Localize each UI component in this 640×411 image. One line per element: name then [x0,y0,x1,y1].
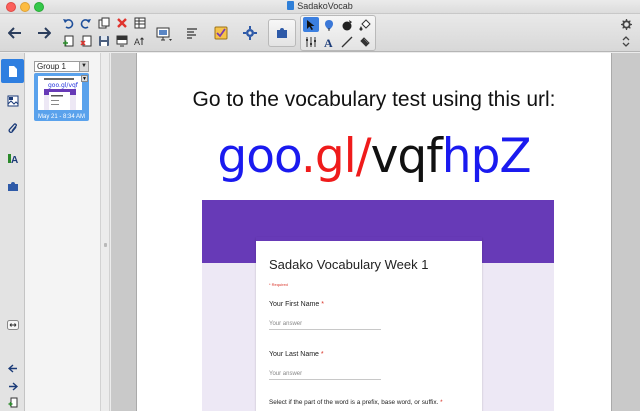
gallery-icon [7,95,18,107]
required-star: * [321,301,324,308]
addons-tab[interactable] [1,174,24,198]
url-segment: / [355,129,372,184]
next-page-button[interactable] [1,379,24,393]
url-segment: gl [314,129,357,184]
thumbnail-menu-button[interactable]: ▼ [81,75,88,82]
page-thumbnail-preview: goo.gl/vqf [38,76,82,110]
page-sorter-icon [8,65,17,77]
page-sorter-tab[interactable] [1,59,24,83]
puzzle-icon[interactable] [272,23,292,43]
gallery-tab[interactable] [1,89,24,113]
line-tool-icon[interactable] [339,34,355,49]
question-text: Your Last Name [269,351,319,358]
answer-placeholder: Your answer [269,371,381,380]
question-label: Your Last Name * [269,351,324,358]
document-icon [287,1,295,10]
whiteboard-page[interactable]: Go to the vocabulary test using this url… [136,53,612,411]
settings-gear-icon[interactable] [618,17,634,31]
expand-icon[interactable] [618,34,634,48]
question-label: Your First Name * [269,301,324,308]
forward-arrow-icon[interactable] [33,23,55,43]
redo-icon[interactable] [79,16,93,30]
back-arrow-icon[interactable] [4,23,26,43]
answer-placeholder: Your answer [269,321,381,330]
sidebar-tabs: A [0,53,25,411]
resize-arrows-icon [6,320,19,330]
duplicate-icon[interactable] [97,16,111,30]
question-text: Your First Name [269,301,320,308]
svg-text:A: A [134,37,140,47]
question-label: Select if the part of the word is a pref… [269,399,443,406]
question-text: Select if the part of the word is a pref… [269,399,439,406]
clipboard-check-icon[interactable] [211,23,231,43]
group-selector-label: Group 1 [37,62,66,71]
properties-icon[interactable] [182,23,202,43]
url-segment: vqf [370,129,443,184]
previous-page-button[interactable] [1,361,24,375]
title-bar: SadakoVocab [0,0,640,14]
addons-icon [7,182,18,191]
url-segment: . [300,129,316,184]
add-page-icon[interactable] [61,34,75,48]
svg-text:A: A [11,155,18,164]
url-text[interactable]: goo.gl/vqfhpZ [137,129,611,184]
document-camera-icon[interactable] [153,23,175,45]
instruction-text[interactable]: Go to the vocabulary test using this url… [137,88,611,112]
left-arrow-icon [7,363,17,373]
svg-text:A: A [324,36,333,48]
window-title-text: SadakoVocab [297,1,353,11]
adjust-sliders-icon[interactable] [303,34,319,49]
required-note: * Required [269,282,288,287]
add-page-icon [8,397,17,407]
fill-bucket-icon[interactable] [357,17,373,32]
right-arrow-icon [8,381,18,391]
page-sorter-panel: Group 1 ▼ goo.gl/vqf ▼ May 21 - 8:34 AM [25,53,100,411]
required-star: * [440,399,443,406]
form-screenshot-image[interactable]: Sadako Vocabulary Week 1 * Required Your… [202,200,554,411]
url-segment: hpZ [441,129,532,184]
svg-text:goo.gl/vqf: goo.gl/vqf [48,82,79,89]
pen-icon[interactable] [321,17,337,32]
toolbar: A A [0,14,640,52]
smart-notebook-window: SadakoVocab A A A Group 1 ▼ goo.gl/vqf ▼… [0,0,640,411]
page-thumbnail[interactable]: goo.gl/vqf ▼ May 21 - 8:34 AM [34,73,89,121]
window-title: SadakoVocab [0,1,640,11]
form-card: Sadako Vocabulary Week 1 * Required Your… [256,237,482,411]
shape-fill-icon[interactable] [339,17,355,32]
form-title: Sadako Vocabulary Week 1 [269,257,429,272]
attachments-tab[interactable] [1,117,24,141]
gear-tool-icon[interactable] [240,23,260,43]
text-size-icon[interactable]: A [133,34,147,48]
attachments-icon [8,123,17,133]
properties-icon: A [7,154,18,164]
required-star: * [320,351,324,358]
auto-hide-toggle[interactable] [1,313,24,337]
panel-splitter[interactable] [100,53,110,411]
chevron-down-icon: ▼ [79,62,88,71]
select-arrow-icon[interactable] [303,17,319,32]
screen-shade-icon[interactable] [115,34,129,48]
table-icon[interactable] [133,16,147,30]
delete-icon[interactable] [115,16,129,30]
group-selector[interactable]: Group 1 ▼ [34,61,89,72]
delete-page-icon[interactable] [79,34,93,48]
save-icon[interactable] [97,34,111,48]
eraser-icon[interactable] [357,34,373,49]
add-page-button[interactable] [1,395,24,409]
url-segment: goo [217,129,302,184]
text-tool-icon[interactable]: A [321,34,337,49]
undo-icon[interactable] [61,16,75,30]
thumbnail-caption: May 21 - 8:34 AM [37,114,86,120]
properties-tab[interactable]: A [1,146,24,170]
splitter-grip[interactable] [104,243,107,247]
